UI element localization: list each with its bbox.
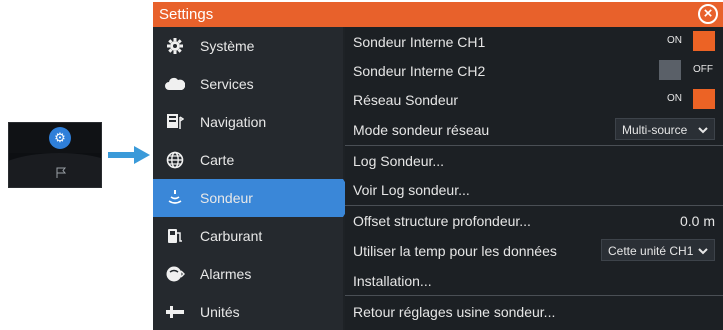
home-screen-thumbnail: ⚙ — [8, 122, 102, 188]
toggle-state: ON — [667, 93, 682, 104]
toggle-knob — [693, 31, 715, 51]
setting-label: Utiliser la temp pour les données — [353, 243, 557, 259]
toggle-switch[interactable]: ON — [659, 31, 715, 51]
window-title: Settings — [159, 6, 214, 23]
dropdown-value: Cette unité CH1 — [608, 244, 694, 258]
sidebar: Système Services Navigation Carte Sondeu… — [153, 27, 355, 330]
setting-row-voir-log-sondeur[interactable]: Voir Log sondeur... — [345, 175, 723, 204]
navigation-icon — [165, 112, 185, 132]
settings-panel: Sondeur Interne CH1 ON Sondeur Interne C… — [345, 27, 723, 330]
setting-row-log-sondeur[interactable]: Log Sondeur... — [345, 146, 723, 175]
setting-row-sondeur-interne-ch2[interactable]: Sondeur Interne CH2 OFF — [345, 56, 723, 85]
fuel-icon — [165, 226, 185, 246]
setting-label: Sondeur Interne CH1 — [353, 34, 486, 50]
sidebar-item-unites[interactable]: Unités — [153, 293, 343, 330]
setting-label: Log Sondeur... — [353, 153, 445, 169]
gear-icon — [165, 36, 185, 56]
sidebar-item-navigation[interactable]: Navigation — [153, 103, 343, 141]
sidebar-item-label: Sondeur — [200, 190, 253, 206]
sidebar-item-label: Navigation — [200, 114, 267, 130]
sidebar-item-sondeur[interactable]: Sondeur — [153, 179, 355, 217]
setting-label: Mode sondeur réseau — [353, 122, 490, 138]
screen: ⚙ Settings × Système Services Navigation… — [0, 0, 723, 330]
sidebar-item-label: Carte — [200, 152, 235, 168]
setting-label: Sondeur Interne CH2 — [353, 63, 486, 79]
sidebar-item-carburant[interactable]: Carburant — [153, 217, 343, 255]
mode-dropdown[interactable]: Multi-source — [615, 118, 715, 140]
setting-row-installation[interactable]: Installation... — [345, 265, 723, 295]
toggle-switch[interactable]: ON — [659, 89, 715, 109]
waypoint-flag-icon — [56, 167, 67, 178]
sidebar-item-label: Alarmes — [200, 266, 252, 282]
alarm-icon — [165, 264, 185, 284]
chevron-down-icon — [698, 127, 708, 134]
setting-label: Réseau Sondeur — [353, 92, 459, 108]
toggle-knob — [693, 89, 715, 109]
offset-value: 0.0 m — [679, 213, 715, 229]
cloud-icon — [165, 74, 185, 94]
setting-row-sondeur-interne-ch1[interactable]: Sondeur Interne CH1 ON — [345, 27, 723, 56]
setting-row-offset-structure[interactable]: Offset structure profondeur... 0.0 m — [345, 206, 723, 235]
arrow-right-icon — [108, 146, 150, 164]
sidebar-item-carte[interactable]: Carte — [153, 141, 343, 179]
units-icon — [165, 302, 185, 322]
toggle-switch[interactable]: OFF — [659, 60, 715, 80]
sidebar-item-label: Carburant — [200, 228, 263, 244]
sidebar-item-alarmes[interactable]: Alarmes — [153, 255, 343, 293]
sidebar-item-label: Services — [200, 76, 254, 92]
settings-gear-icon: ⚙ — [49, 127, 71, 149]
setting-row-mode-sondeur-reseau[interactable]: Mode sondeur réseau Multi-source — [345, 114, 723, 144]
sidebar-item-label: Unités — [200, 304, 240, 320]
sidebar-item-systeme[interactable]: Système — [153, 27, 343, 65]
toggle-knob — [659, 60, 681, 80]
toggle-state: OFF — [693, 64, 713, 75]
chevron-down-icon — [698, 248, 708, 255]
sonar-icon — [165, 188, 185, 208]
setting-label: Offset structure profondeur... — [353, 213, 531, 229]
sidebar-item-label: Système — [200, 38, 255, 54]
close-icon[interactable]: × — [698, 4, 718, 24]
settings-window: Settings × Système Services Navigation C… — [153, 2, 723, 330]
setting-row-retour-reglages-usine[interactable]: Retour réglages usine sondeur... — [345, 296, 723, 326]
setting-row-reseau-sondeur[interactable]: Réseau Sondeur ON — [345, 85, 723, 114]
setting-row-temp-source[interactable]: Utiliser la temp pour les données Cette … — [345, 235, 723, 265]
setting-label: Voir Log sondeur... — [353, 182, 470, 198]
setting-label: Retour réglages usine sondeur... — [353, 304, 556, 320]
setting-label: Installation... — [353, 273, 432, 289]
toggle-state: ON — [667, 35, 682, 46]
temp-source-dropdown[interactable]: Cette unité CH1 — [601, 239, 715, 261]
sidebar-item-services[interactable]: Services — [153, 65, 343, 103]
globe-icon — [165, 150, 185, 170]
title-bar: Settings × — [153, 2, 723, 27]
dropdown-value: Multi-source — [622, 123, 688, 137]
